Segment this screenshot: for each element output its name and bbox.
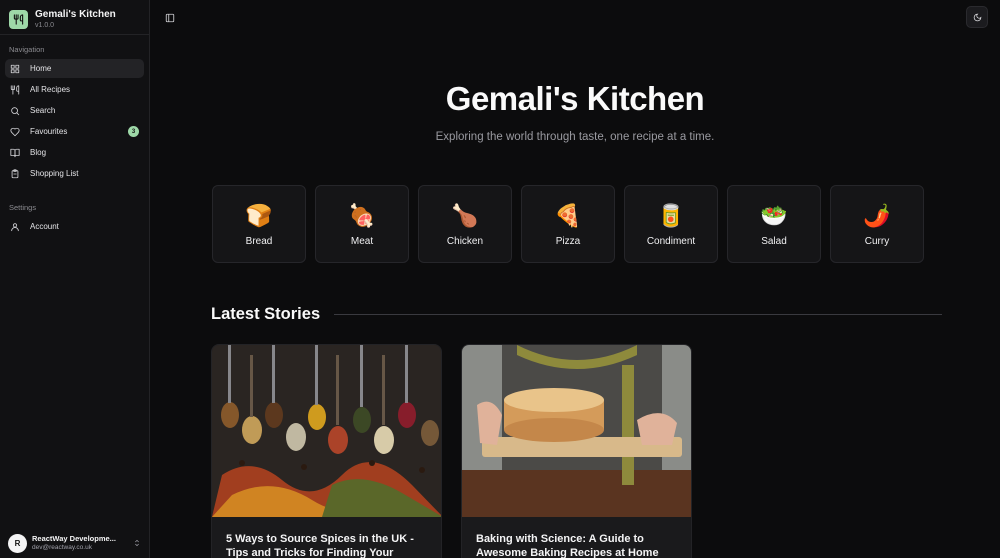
story-title: 5 Ways to Source Spices in the UK - Tips… — [226, 533, 414, 558]
sidebar-item-label: Search — [30, 106, 56, 115]
category-card-meat[interactable]: 🍖 Meat — [315, 185, 409, 263]
category-label: Bread — [245, 235, 273, 247]
sidebar-nav: Home All Recipes Search Favourites 3 Blo… — [0, 59, 149, 185]
category-card-bread[interactable]: 🍞 Bread — [212, 185, 306, 263]
story-title: Baking with Science: A Guide to Awesome … — [476, 533, 659, 558]
clipboard-icon — [10, 168, 20, 179]
sidebar-item-favourites[interactable]: Favourites 3 — [5, 122, 144, 141]
story-image — [462, 345, 691, 517]
sidebar-item-search[interactable]: Search — [5, 101, 144, 120]
book-icon — [10, 148, 20, 158]
sidebar-item-label: All Recipes — [30, 85, 71, 94]
brand-header[interactable]: Gemali's Kitchen v1.0.0 — [0, 0, 149, 35]
user-menu[interactable]: R ReactWay Developme... dev@reactway.co.… — [0, 528, 149, 558]
story-image — [212, 345, 441, 517]
sidebar-item-label: Shopping List — [30, 169, 79, 178]
sidebar-item-account[interactable]: Account — [5, 217, 144, 236]
panel-left-icon — [165, 13, 175, 23]
moon-icon — [973, 13, 981, 21]
category-card-salad[interactable]: 🥗 Salad — [727, 185, 821, 263]
sidebar-item-home[interactable]: Home — [5, 59, 144, 78]
user-name: ReactWay Developme... — [32, 535, 116, 544]
sidebar-item-label: Account — [30, 222, 59, 231]
main-content: Gemali's Kitchen Exploring the world thr… — [150, 0, 1000, 558]
category-label: Meat — [350, 235, 374, 247]
pizza-icon: 🍕 — [554, 202, 582, 228]
category-card-curry[interactable]: 🌶️ Curry — [830, 185, 924, 263]
chicken-leg-icon: 🍗 — [451, 202, 479, 228]
user-icon — [10, 222, 20, 232]
category-card-condiment[interactable]: 🥫 Condiment — [624, 185, 718, 263]
chili-pepper-icon: 🌶️ — [863, 202, 891, 228]
sidebar-toggle-button[interactable] — [164, 12, 176, 24]
category-label: Condiment — [646, 235, 696, 247]
divider — [334, 314, 942, 315]
sidebar: Gemali's Kitchen v1.0.0 Navigation Home … — [0, 0, 150, 558]
category-label: Pizza — [555, 235, 581, 247]
heart-icon — [10, 127, 20, 137]
sidebar-item-all-recipes[interactable]: All Recipes — [5, 80, 144, 99]
app-root: Gemali's Kitchen v1.0.0 Navigation Home … — [0, 0, 1000, 558]
latest-stories-header: Latest Stories — [211, 305, 942, 324]
story-card-baking[interactable]: Baking with Science: A Guide to Awesome … — [461, 344, 692, 558]
salad-icon: 🥗 — [760, 202, 788, 228]
grid-icon — [10, 64, 20, 74]
avatar: R — [8, 533, 27, 553]
meat-icon: 🍖 — [348, 202, 376, 228]
sidebar-item-shopping-list[interactable]: Shopping List — [5, 164, 144, 183]
brand-version: v1.0.0 — [35, 22, 55, 29]
category-card-pizza[interactable]: 🍕 Pizza — [521, 185, 615, 263]
sidebar-item-label: Favourites — [30, 127, 68, 136]
theme-toggle-button[interactable] — [966, 6, 988, 28]
page-subtitle: Exploring the world through taste, one r… — [435, 131, 715, 143]
bread-icon: 🍞 — [245, 202, 273, 228]
category-label: Chicken — [446, 235, 484, 247]
brand-title: Gemali's Kitchen — [35, 9, 116, 20]
jar-icon: 🥫 — [657, 202, 685, 228]
settings-section-label: Settings — [9, 203, 37, 212]
utensils-icon — [10, 84, 20, 95]
category-label: Curry — [864, 235, 890, 247]
sidebar-item-label: Home — [30, 64, 52, 73]
page-title: Gemali's Kitchen — [445, 80, 705, 117]
category-list: 🍞 Bread 🍖 Meat 🍗 Chicken 🍕 Pizza 🥫 Condi… — [212, 185, 924, 263]
story-list: 5 Ways to Source Spices in the UK - Tips… — [211, 344, 692, 558]
chevrons-up-down-icon — [133, 534, 141, 552]
search-icon — [10, 106, 20, 116]
utensils-logo-icon — [9, 10, 28, 29]
sidebar-item-label: Blog — [30, 148, 47, 157]
category-label: Salad — [761, 235, 787, 247]
story-card-spices[interactable]: 5 Ways to Source Spices in the UK - Tips… — [211, 344, 442, 558]
section-title: Latest Stories — [211, 305, 321, 323]
user-email: dev@reactway.co.uk — [32, 543, 92, 551]
sidebar-item-blog[interactable]: Blog — [5, 143, 144, 162]
category-card-chicken[interactable]: 🍗 Chicken — [418, 185, 512, 263]
settings-nav: Account — [0, 217, 149, 238]
navigation-section-label: Navigation — [9, 45, 45, 54]
favourites-count-badge: 3 — [128, 126, 139, 137]
